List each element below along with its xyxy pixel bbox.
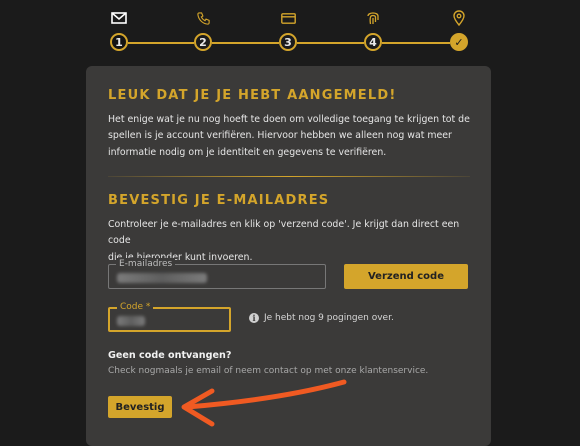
welcome-text-line-3: informatie nodig om je identiteit en geg… xyxy=(108,146,387,158)
verification-stepper: 1 2 3 4 ✓ xyxy=(0,0,580,62)
verification-card: Leuk dat je je hebt aangemeld! Het enige… xyxy=(86,66,491,446)
step-4-circle: 4 xyxy=(364,33,382,51)
welcome-text-line-2: spellen is je account verifiëren. Hiervo… xyxy=(108,130,452,142)
phone-icon xyxy=(192,8,214,28)
step-3-circle: 3 xyxy=(279,33,297,51)
card-icon xyxy=(277,8,299,28)
email-field[interactable]: E-mailadres xyxy=(108,258,326,289)
welcome-text: Het enige wat je nu nog hoeft te doen om… xyxy=(108,112,478,161)
welcome-text-line-1: Het enige wat je nu nog hoeft te doen om… xyxy=(108,114,470,125)
fingerprint-icon xyxy=(362,8,384,28)
blurred-code-value xyxy=(117,316,145,326)
blurred-email-value xyxy=(117,273,207,283)
location-pin-icon xyxy=(448,8,470,28)
welcome-title: Leuk dat je je hebt aangemeld! xyxy=(108,88,397,103)
step-connector xyxy=(382,42,450,44)
confirm-button[interactable]: Bevestig xyxy=(108,396,172,418)
attempts-remaining-text: Je hebt nog 9 pogingen over. xyxy=(264,313,394,323)
step-final-checkmark-icon: ✓ xyxy=(450,33,468,51)
step-1-circle: 1 xyxy=(110,33,128,51)
verify-email-title: Bevestig je e-mailadres xyxy=(108,193,330,208)
no-code-title: Geen code ontvangen? xyxy=(108,350,232,361)
code-field-label: Code * xyxy=(117,301,154,313)
code-field[interactable]: Code * xyxy=(108,301,231,332)
section-divider xyxy=(108,176,470,177)
step-2-circle: 2 xyxy=(194,33,212,51)
email-field-label: E-mailadres xyxy=(116,258,176,270)
info-icon: i xyxy=(249,313,259,323)
envelope-icon xyxy=(108,8,130,28)
verify-text-line-1: Controleer je e-mailadres en klik op 've… xyxy=(108,219,460,247)
step-connector xyxy=(297,42,364,44)
attempts-info: i Je hebt nog 9 pogingen over. xyxy=(249,313,394,323)
no-code-help-text: Check nogmaals je email of neem contact … xyxy=(108,366,429,376)
send-code-button[interactable]: Verzend code xyxy=(344,264,468,289)
step-connector xyxy=(212,42,279,44)
step-connector xyxy=(128,42,194,44)
